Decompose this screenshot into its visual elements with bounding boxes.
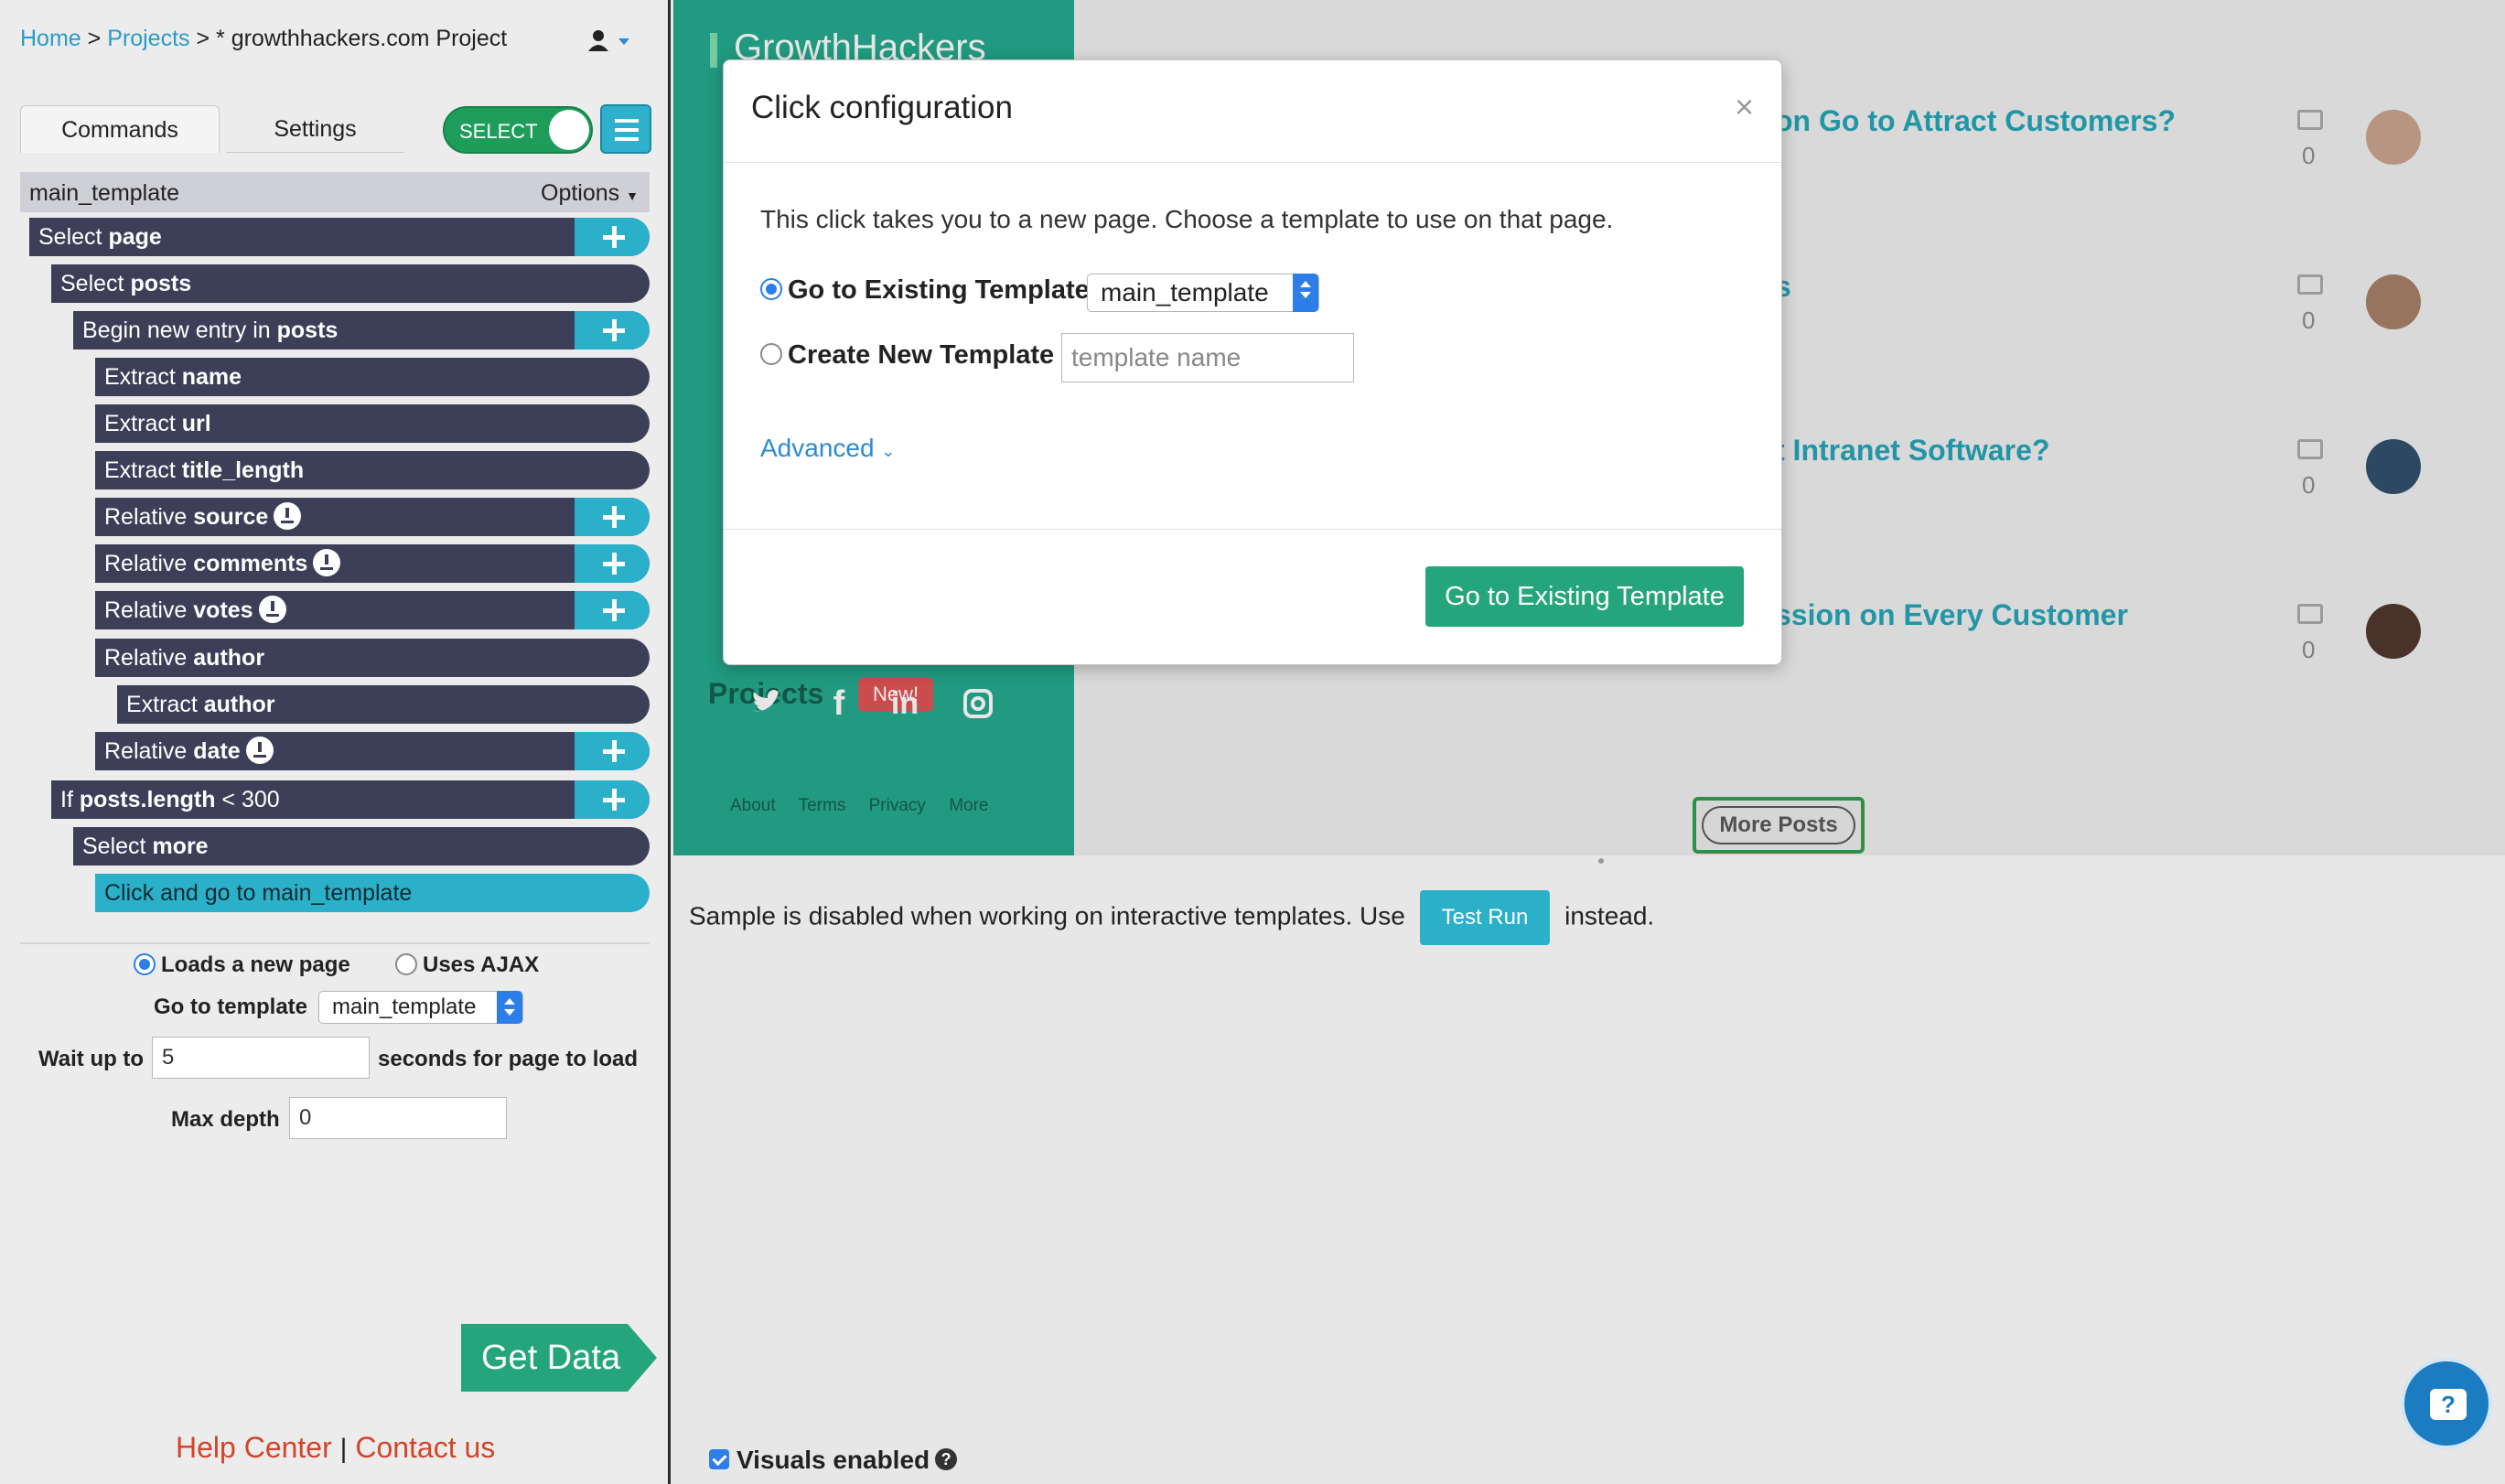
breadcrumb-separator: > [196,26,210,51]
command-row[interactable]: Relative source [95,498,650,536]
plus-icon[interactable] [575,544,650,583]
tab-commands[interactable]: Commands [20,105,220,153]
command-row[interactable]: Select page [29,218,650,256]
modal-title: Click configuration [751,90,1013,125]
wait-seconds-input[interactable]: 5 [152,1037,370,1079]
options-label: Options [541,180,620,206]
link-separator: | [339,1434,348,1464]
seconds-for-page-label: seconds for page to load [378,1047,639,1071]
command-row[interactable]: Extract author [117,685,650,724]
panel-tabs: Commands Settings [20,105,404,153]
radio-selected[interactable] [134,952,156,975]
divider [20,942,650,944]
select-mode-toggle[interactable]: SELECT [443,106,593,154]
radio-unselected[interactable] [760,343,782,366]
user-menu-button[interactable] [584,27,635,55]
breadcrumb: Home > Projects > * growthhackers.com Pr… [20,26,507,52]
command-row[interactable]: Relative comments [95,544,650,583]
go-to-template-select[interactable]: main_template [318,991,523,1024]
radio-selected[interactable] [760,278,782,301]
get-data-button[interactable]: Get Data [461,1324,657,1392]
plus-icon[interactable] [575,732,650,770]
chevron-down-icon: ⌄ [881,442,896,460]
max-depth-input[interactable]: 0 [289,1097,507,1139]
wait-up-to-label: Wait up to [38,1047,145,1071]
sample-disabled-message: Sample is disabled when working on inter… [689,890,1654,945]
existing-template-select[interactable]: main_template [1087,274,1319,312]
toggle-knob [549,110,589,150]
user-icon [588,30,629,51]
template-options-dropdown[interactable]: Options ▼ [541,180,639,207]
template-name: main_template [29,180,179,206]
command-row[interactable]: If posts.length < 300 [51,780,650,819]
chat-icon: ? [2430,1389,2467,1420]
command-row[interactable]: Extract title_length [95,451,650,489]
command-row[interactable]: Select more [73,827,650,866]
command-row[interactable]: Begin new entry in posts [73,311,650,349]
uses-ajax-option[interactable]: Uses AJAX [395,952,539,978]
modal-description: This click takes you to a new page. Choo… [760,205,1614,233]
chevron-down-icon: ▼ [626,188,639,203]
plus-icon[interactable] [575,591,650,629]
question-icon[interactable]: ? [935,1447,958,1470]
breadcrumb-projects[interactable]: Projects [107,26,189,51]
breadcrumb-home[interactable]: Home [20,26,81,51]
menu-button[interactable] [600,104,651,154]
select-arrows-icon [1293,274,1318,312]
visuals-checkbox[interactable] [709,1448,729,1469]
select-arrows-icon [497,991,522,1024]
test-run-button[interactable]: Test Run [1419,890,1551,945]
breadcrumb-current-project: * growthhackers.com Project [216,26,508,51]
command-row-selected[interactable]: Click and go to main_template [95,874,650,912]
chat-help-button[interactable]: ? [2401,1358,2492,1449]
plus-icon[interactable] [575,311,650,349]
command-row[interactable]: Extract name [95,358,650,396]
command-row[interactable]: Relative author [95,639,650,677]
modal-divider [724,529,1781,530]
command-row[interactable]: Select posts [51,264,650,303]
plus-icon[interactable] [575,498,650,536]
tab-settings[interactable]: Settings [226,105,404,153]
help-links: Help Center | Contact us [176,1431,495,1465]
existing-template-option[interactable]: Go to Existing Template [760,275,1090,306]
contact-us-link[interactable]: Contact us [355,1431,495,1464]
click-configuration-modal: Click configuration × This click takes y… [723,59,1782,665]
command-row[interactable]: Relative votes [95,591,650,629]
template-header[interactable]: main_template Options ▼ [20,172,650,212]
plus-icon[interactable] [575,780,650,819]
plus-icon[interactable] [575,218,650,256]
go-to-existing-template-button[interactable]: Go to Existing Template [1425,566,1744,627]
download-icon [258,596,286,624]
download-icon [274,502,302,531]
command-row[interactable]: Relative date [95,732,650,770]
help-center-link[interactable]: Help Center [176,1431,332,1464]
loads-new-page-option[interactable]: Loads a new page [134,952,350,978]
command-row[interactable]: Extract url [95,404,650,443]
close-icon[interactable]: × [1735,88,1754,126]
new-template-option[interactable]: Create New Template [760,340,1054,371]
max-depth-label: Max depth [171,1107,280,1132]
download-icon [313,549,341,577]
go-to-template-label: Go to template [154,995,308,1019]
left-panel: Home > Projects > * growthhackers.com Pr… [0,0,671,1484]
breadcrumb-separator: > [87,26,102,51]
toggle-label: SELECT [459,120,538,143]
modal-divider [724,162,1781,163]
download-icon [245,737,274,765]
template-name-input[interactable]: template name [1061,333,1354,382]
splitter-handle[interactable] [1598,858,1604,864]
radio-unselected[interactable] [395,952,417,975]
visuals-enabled-toggle[interactable]: Visuals enabled? [709,1446,958,1475]
advanced-toggle[interactable]: Advanced ⌄ [760,434,895,463]
